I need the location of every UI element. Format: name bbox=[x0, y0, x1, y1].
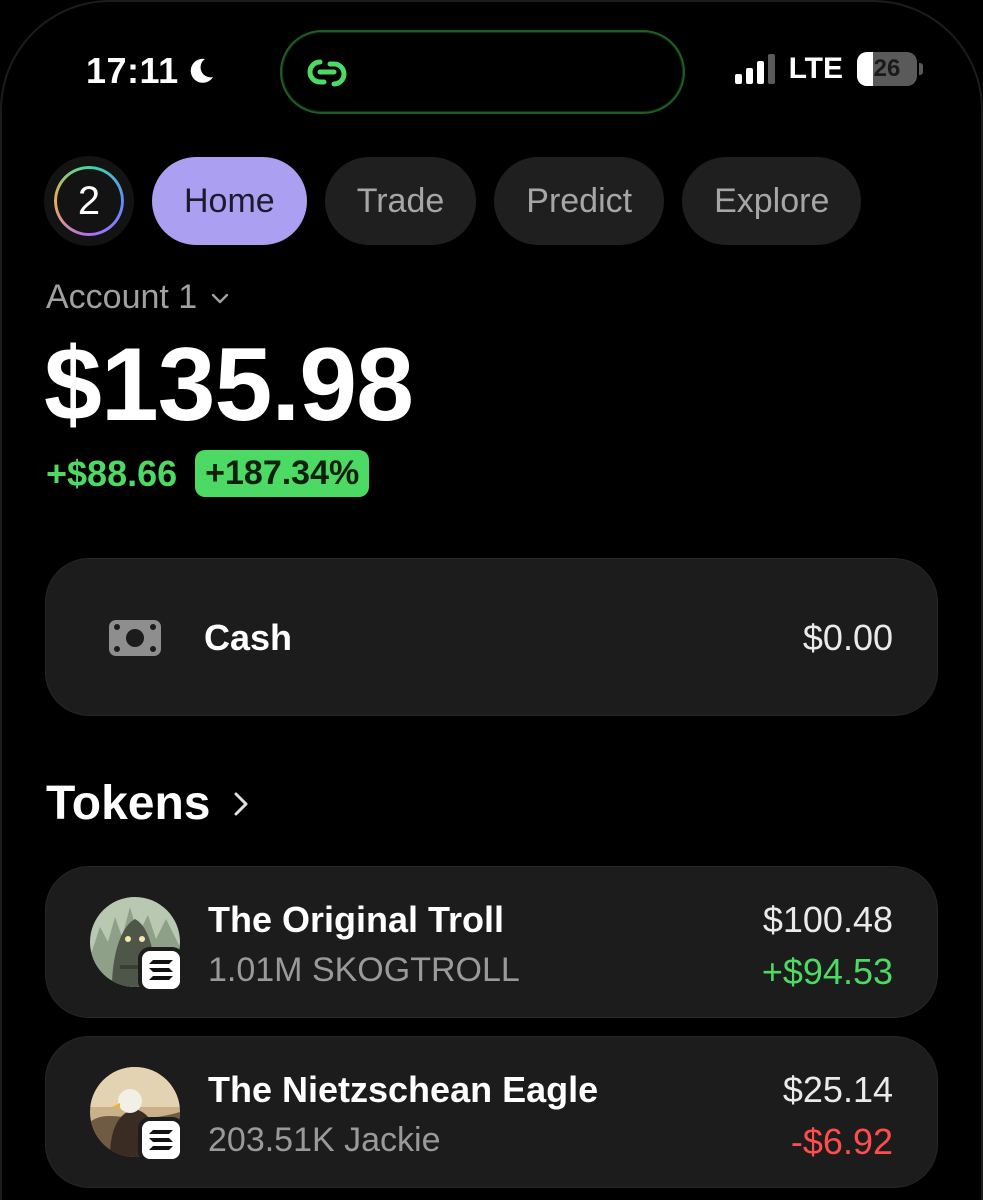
token-name: The Original Troll bbox=[208, 899, 505, 940]
chevron-down-icon bbox=[212, 293, 229, 303]
account-avatar[interactable]: 2 bbox=[44, 156, 134, 246]
cash-value: $0.00 bbox=[802, 617, 893, 658]
change-amount: +$88.66 bbox=[46, 452, 178, 494]
cash-card[interactable]: Cash $0.00 bbox=[45, 558, 938, 716]
balance-change: +$88.66 +187.34% bbox=[46, 450, 370, 497]
token-amount: 203.51K Jackie bbox=[208, 1121, 441, 1159]
cash-icon bbox=[109, 620, 161, 656]
account-name: Account 1 bbox=[46, 278, 198, 316]
tab-predict[interactable]: Predict bbox=[494, 157, 665, 245]
account-selector[interactable]: Account 1 bbox=[46, 278, 231, 317]
status-bar: 17:11 LTE 26 bbox=[0, 0, 983, 150]
moon-icon bbox=[190, 58, 213, 83]
change-percent-badge: +187.34% bbox=[195, 450, 370, 497]
solana-badge-icon bbox=[138, 1117, 184, 1163]
clock: 17:11 bbox=[86, 50, 217, 92]
token-name: The Nietzschean Eagle bbox=[208, 1069, 599, 1110]
time-label: 17:11 bbox=[86, 50, 179, 91]
token-row[interactable]: The Original Troll 1.01M SKOGTROLL $100.… bbox=[45, 866, 938, 1018]
token-value: $25.14 bbox=[782, 1069, 893, 1110]
cash-label: Cash bbox=[204, 617, 293, 658]
tab-trade[interactable]: Trade bbox=[324, 157, 477, 245]
solana-badge-icon bbox=[138, 947, 184, 993]
token-row[interactable]: The Nietzschean Eagle 203.51K Jackie $25… bbox=[45, 1036, 938, 1188]
avatar-label: 2 bbox=[77, 178, 101, 223]
token-change: -$6.92 bbox=[790, 1121, 893, 1162]
chevron-right-icon bbox=[234, 792, 248, 815]
cellular-signal-icon bbox=[734, 54, 775, 84]
dynamic-island[interactable] bbox=[280, 30, 685, 114]
token-amount: 1.01M SKOGTROLL bbox=[208, 951, 520, 989]
tab-explore[interactable]: Explore bbox=[682, 157, 862, 245]
battery-level: 26 bbox=[873, 55, 901, 82]
total-balance: $135.98 bbox=[44, 327, 414, 443]
network-type: LTE bbox=[788, 52, 843, 85]
app-screen: 17:11 LTE 26 2 Home Trade Predict Explor… bbox=[0, 0, 983, 1200]
tokens-header[interactable]: Tokens bbox=[46, 776, 254, 831]
token-change: +$94.53 bbox=[761, 951, 893, 992]
link-logo-icon bbox=[307, 59, 347, 87]
battery-icon: 26 bbox=[857, 52, 923, 86]
tab-home[interactable]: Home bbox=[152, 157, 307, 245]
tokens-title: Tokens bbox=[46, 777, 211, 830]
top-nav: 2 Home Trade Predict Explore bbox=[44, 156, 862, 246]
status-indicators: LTE 26 bbox=[734, 52, 923, 86]
token-value: $100.48 bbox=[762, 899, 893, 940]
